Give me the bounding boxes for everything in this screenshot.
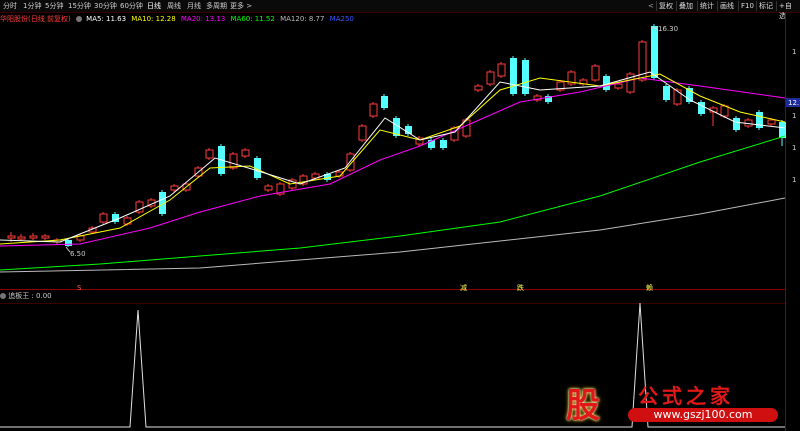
axis-label: 1 <box>792 176 796 184</box>
signal-marker-s: S <box>77 284 82 292</box>
kline-chart[interactable]: 16.30 6.50 1 1 1 1 12.7 S 减 跌 赖 <box>0 0 800 431</box>
indicator-settings-icon[interactable] <box>0 293 6 299</box>
candle-body <box>698 102 705 114</box>
candle-body <box>591 65 600 81</box>
candle-body <box>65 240 72 246</box>
indicator-name: 追板王 <box>8 292 30 300</box>
axis-label: 1 <box>792 48 796 56</box>
low-label: 6.50 <box>70 250 86 258</box>
candle-body <box>346 153 355 171</box>
current-price-tag: 12.7 <box>788 99 800 107</box>
candle-body <box>264 185 273 191</box>
logo-big-char: 股 <box>566 386 600 426</box>
candle-body <box>673 89 682 105</box>
candle-body <box>17 236 26 240</box>
candle-body <box>779 122 786 138</box>
signal-marker-jian: 减 <box>460 283 467 292</box>
candle-body <box>767 119 776 125</box>
candle-body <box>123 217 132 225</box>
candle-body <box>381 96 388 108</box>
candle-body <box>510 58 517 94</box>
signal-marker-die: 跌 <box>517 283 524 292</box>
candle-body <box>651 26 658 78</box>
candle-body <box>720 105 729 117</box>
signal-marker-lai: 赖 <box>646 283 653 292</box>
candle-body <box>733 118 740 130</box>
candles-group <box>7 24 786 247</box>
candle-body <box>41 235 50 239</box>
high-label: 16.30 <box>658 25 678 33</box>
candle-body <box>229 153 238 169</box>
candle-body <box>614 83 623 89</box>
candle-body <box>663 86 670 100</box>
candle-body <box>486 71 495 85</box>
candle-body <box>99 213 108 223</box>
candle-body <box>29 235 38 239</box>
candle-body <box>7 235 16 239</box>
candle-body <box>440 140 447 148</box>
logo-url: www.gszj100.com <box>628 408 778 422</box>
candle-body <box>522 60 529 94</box>
indicator-legend: 追板王 : 0.00 <box>0 291 52 301</box>
candle-body <box>369 103 378 117</box>
logo-title: 公式之家 <box>638 384 734 408</box>
candle-body <box>170 185 179 191</box>
candle-body <box>241 149 250 157</box>
watermark-logo: 股 公式之家 www.gszj100.com <box>560 378 790 428</box>
axis-label: 1 <box>792 112 796 120</box>
ma-lines-group <box>0 71 786 273</box>
candle-body <box>474 85 483 91</box>
candle-body <box>497 63 506 77</box>
axis-label: 1 <box>792 144 796 152</box>
candle-body <box>205 149 214 159</box>
indicator-value: 0.00 <box>36 292 52 300</box>
candle-body <box>358 125 367 141</box>
